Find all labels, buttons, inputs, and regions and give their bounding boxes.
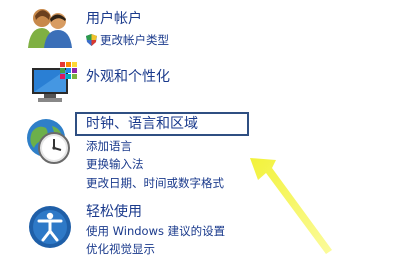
- yellow-arrow-annotation: [250, 158, 332, 254]
